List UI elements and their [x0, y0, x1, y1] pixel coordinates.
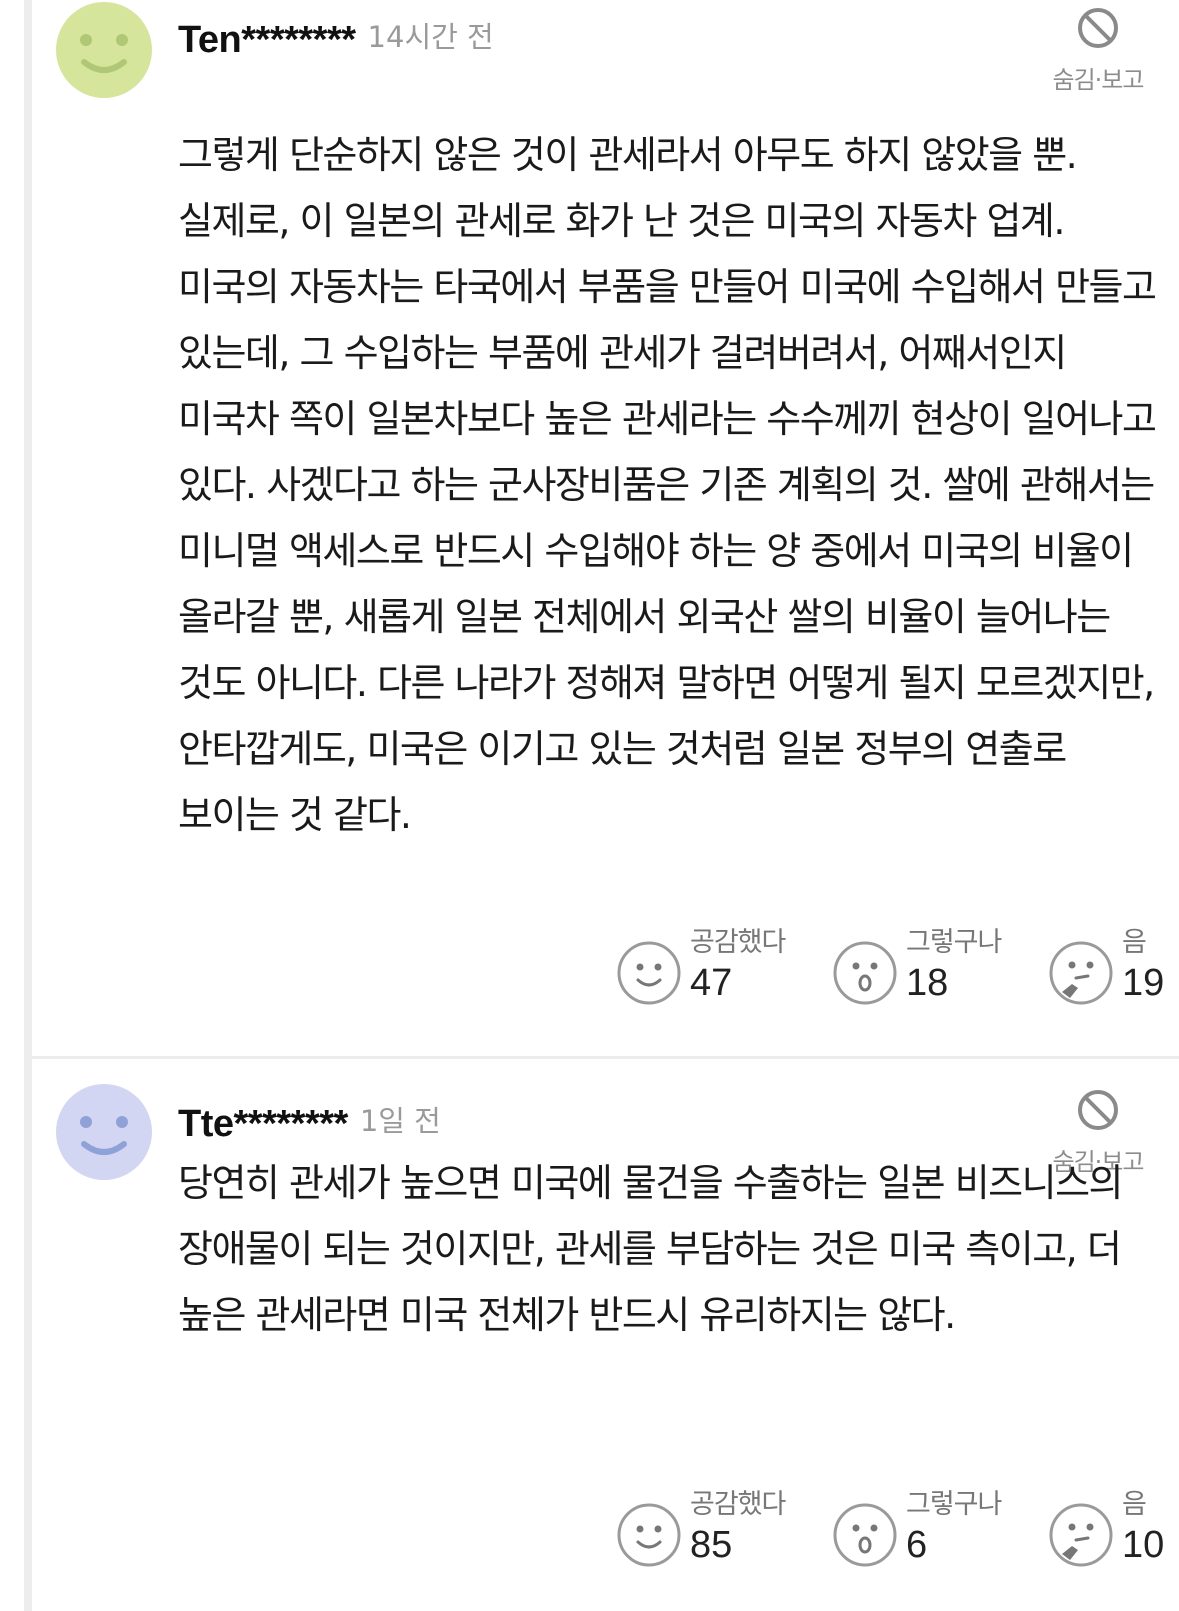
block-icon	[1078, 1090, 1118, 1130]
hide-report-button[interactable]: 숨김·보고	[1043, 6, 1153, 95]
comment-meta: Ten******** 14시간 전	[178, 14, 494, 62]
reaction-count: 18	[906, 962, 949, 1004]
reaction-count: 47	[690, 962, 733, 1004]
reaction-label: 공감했다	[690, 927, 786, 958]
smile-icon	[617, 941, 681, 1005]
comment-text: 그렇게 단순하지 않은 것이 관세라서 아무도 하지 않았을 뿐. 실제로, 이…	[178, 133, 1157, 837]
surprised-icon	[833, 1503, 897, 1567]
reaction-count: 10	[1122, 1524, 1165, 1566]
comment-item: Tte******** 1일 전 숨김·보고 당연히 관세가 높으면 미국에 물건…	[32, 1062, 1179, 1611]
comment-divider	[32, 1056, 1179, 1059]
reaction-count: 85	[690, 1524, 733, 1566]
reaction-label: 음	[1122, 927, 1147, 958]
comment-item: Ten******** 14시간 전 숨김·보고 그렇게 단순하지 않은 것이 관…	[32, 0, 1179, 1058]
comment-time: 1일 전	[359, 1104, 441, 1138]
nickname[interactable]: Ten********	[178, 19, 356, 61]
reaction-bar: 공감했다 85 그렇구나 6 음 10	[582, 1482, 1179, 1572]
thinking-icon	[1049, 941, 1113, 1005]
reaction-label: 공감했다	[690, 1489, 786, 1520]
reaction-label: 그렇구나	[906, 927, 1002, 958]
comment-text: 당연히 관세가 높으면 미국에 물건을 수출하는 일본 비즈니스의 장애물이 되…	[178, 1161, 1124, 1337]
thinking-icon	[1049, 1503, 1113, 1567]
reaction-bar: 공감했다 47 그렇구나 18 음 19	[582, 920, 1179, 1010]
reaction-label: 그렇구나	[906, 1489, 1002, 1520]
reaction-count: 19	[1122, 962, 1165, 1004]
comment-meta: Tte******** 1일 전	[178, 1098, 441, 1146]
avatar	[56, 1084, 152, 1180]
avatar	[56, 2, 152, 98]
hide-report-label: 숨김·보고	[1052, 66, 1145, 94]
comment-time: 14시간 전	[367, 20, 494, 54]
surprised-icon	[833, 941, 897, 1005]
left-border	[24, 0, 32, 1611]
block-icon	[1078, 8, 1118, 48]
reaction-count: 6	[906, 1524, 928, 1566]
reaction-label: 음	[1122, 1489, 1147, 1520]
smile-icon	[617, 1503, 681, 1567]
nickname[interactable]: Tte********	[178, 1103, 348, 1145]
